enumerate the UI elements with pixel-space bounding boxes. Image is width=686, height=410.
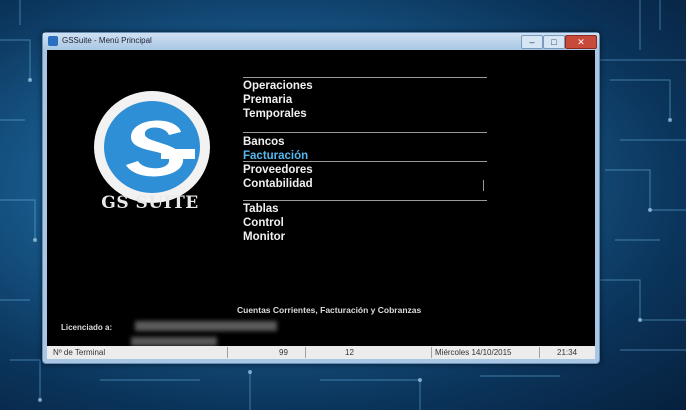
- close-button[interactable]: ✕: [565, 35, 597, 49]
- window-title: GSSuite - Menú Principal: [62, 36, 152, 45]
- menu-group-tablas: Tablas Control Monitor: [243, 202, 285, 244]
- menu-item-bancos[interactable]: Bancos: [243, 135, 313, 149]
- menu-item-tablas[interactable]: Tablas: [243, 202, 285, 216]
- menu-group-bancos: Bancos Facturación Proveedores Contabili…: [243, 135, 313, 191]
- menu-item-monitor[interactable]: Monitor: [243, 230, 285, 244]
- main-menu-panel: GS SUITE Operaciones Premaria Temporales…: [47, 50, 595, 346]
- menu-item-control[interactable]: Control: [243, 216, 285, 230]
- status-time: 21:34: [557, 348, 578, 357]
- selection-marker: [483, 180, 484, 191]
- menu-divider: [243, 132, 487, 133]
- menu-divider: [243, 77, 487, 78]
- status-divider: [305, 347, 306, 358]
- status-bar: Nº de Terminal 99 12 Miércoles 14/10/201…: [47, 346, 595, 359]
- status-divider: [227, 347, 228, 358]
- license-name-redacted: [135, 321, 277, 331]
- status-date: Miércoles 14/10/2015: [435, 348, 512, 357]
- title-bar[interactable]: GSSuite - Menú Principal – □ ✕: [43, 33, 599, 50]
- app-icon: [48, 36, 58, 46]
- maximize-button[interactable]: □: [543, 35, 565, 49]
- gs-logo-icon: [94, 91, 210, 203]
- license-label: Licenciado a:: [61, 323, 113, 332]
- status-divider: [539, 347, 540, 358]
- status-terminal: Nº de Terminal: [53, 348, 106, 357]
- status-field-1: 99: [279, 348, 288, 357]
- menu-item-contabilidad[interactable]: Contabilidad: [243, 177, 313, 191]
- minimize-button[interactable]: –: [521, 35, 543, 49]
- menu-item-premaria[interactable]: Premaria: [243, 93, 313, 107]
- main-window: GSSuite - Menú Principal – □ ✕ GS SUITE …: [42, 32, 600, 364]
- menu-item-proveedores[interactable]: Proveedores: [243, 163, 313, 177]
- status-field-2: 12: [345, 348, 354, 357]
- menu-item-temporales[interactable]: Temporales: [243, 107, 313, 121]
- brand-name: GS SUITE: [101, 193, 199, 213]
- menu-item-operaciones[interactable]: Operaciones: [243, 79, 313, 93]
- menu-group-operaciones: Operaciones Premaria Temporales: [243, 79, 313, 121]
- app-subtitle: Cuentas Corrientes, Facturación y Cobran…: [237, 305, 422, 315]
- status-divider: [431, 347, 432, 358]
- selection-top-line: [243, 161, 487, 162]
- menu-divider: [243, 200, 487, 201]
- license-id-redacted: [131, 337, 217, 346]
